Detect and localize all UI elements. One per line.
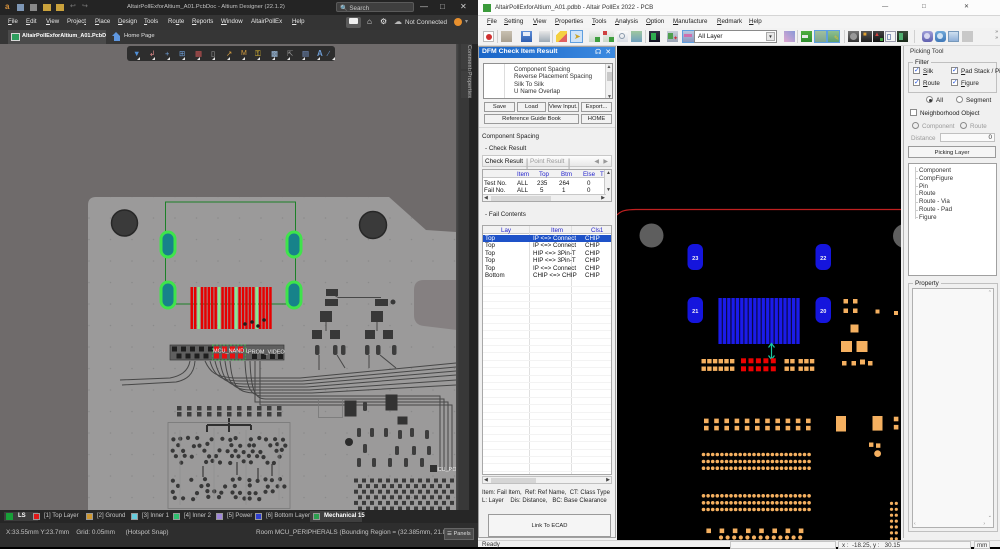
- svg-text:MCU_NAND L: MCU_NAND L: [213, 349, 249, 355]
- svg-text:21: 21: [692, 309, 698, 315]
- svg-text:PROM_VIDEO: PROM_VIDEO: [248, 350, 285, 356]
- svg-text:20: 20: [820, 309, 826, 315]
- svg-text:22: 22: [820, 256, 826, 262]
- svg-text:23: 23: [692, 256, 698, 262]
